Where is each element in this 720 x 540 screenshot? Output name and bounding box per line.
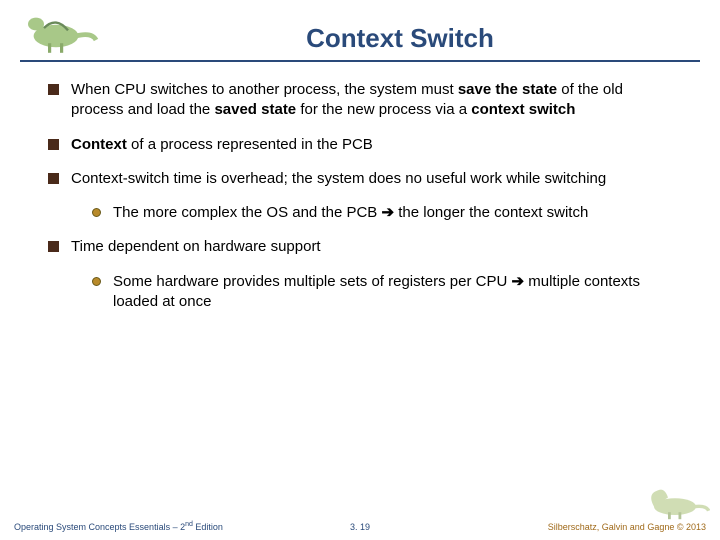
bullet-text: Some hardware provides multiple sets of … [113, 272, 672, 313]
text-span: Edition [193, 522, 223, 532]
bullet-text: Context-switch time is overhead; the sys… [71, 169, 606, 189]
bullet-item: Context of a process represented in the … [48, 135, 672, 155]
dinosaur-left-icon [20, 8, 100, 58]
footer-left: Operating System Concepts Essentials – 2… [14, 521, 223, 532]
text-bold: save the state [458, 81, 557, 98]
arrow-icon: ➔ [381, 204, 394, 221]
text-bold: Context [71, 136, 127, 153]
bullet-text: The more complex the OS and the PCB ➔ th… [113, 203, 588, 223]
footer-right: Silberschatz, Galvin and Gagne © 2013 [548, 522, 706, 532]
slide-body: When CPU switches to another process, th… [0, 62, 720, 312]
bullet-text: Time dependent on hardware support [71, 237, 321, 257]
text-superscript: nd [185, 521, 193, 528]
square-bullet-icon [48, 84, 59, 95]
text-span: for the new process via a [296, 101, 471, 118]
text-span: the longer the context switch [394, 204, 588, 221]
page-number: 3. 19 [350, 522, 370, 532]
bullet-text: Context of a process represented in the … [71, 135, 373, 155]
slide-footer: Operating System Concepts Essentials – 2… [0, 494, 720, 540]
sub-bullet-item: The more complex the OS and the PCB ➔ th… [92, 203, 672, 223]
sub-bullet-item: Some hardware provides multiple sets of … [92, 272, 672, 313]
text-span: Operating System Concepts Essentials – 2 [14, 522, 185, 532]
bullet-item: When CPU switches to another process, th… [48, 80, 672, 121]
disc-bullet-icon [92, 208, 101, 217]
square-bullet-icon [48, 173, 59, 184]
text-span: The more complex the OS and the PCB [113, 204, 381, 221]
text-bold: context switch [471, 101, 575, 118]
text-span: Some hardware provides multiple sets of … [113, 273, 512, 290]
text-span: When CPU switches to another process, th… [71, 81, 458, 98]
arrow-icon: ➔ [512, 273, 525, 290]
slide-title: Context Switch [100, 23, 700, 58]
bullet-text: When CPU switches to another process, th… [71, 80, 672, 121]
slide-header: Context Switch [0, 0, 720, 58]
text-bold: saved state [214, 101, 296, 118]
square-bullet-icon [48, 139, 59, 150]
text-span: of a process represented in the PCB [127, 136, 373, 153]
bullet-item: Context-switch time is overhead; the sys… [48, 169, 672, 189]
bullet-item: Time dependent on hardware support [48, 237, 672, 257]
disc-bullet-icon [92, 277, 101, 286]
square-bullet-icon [48, 241, 59, 252]
